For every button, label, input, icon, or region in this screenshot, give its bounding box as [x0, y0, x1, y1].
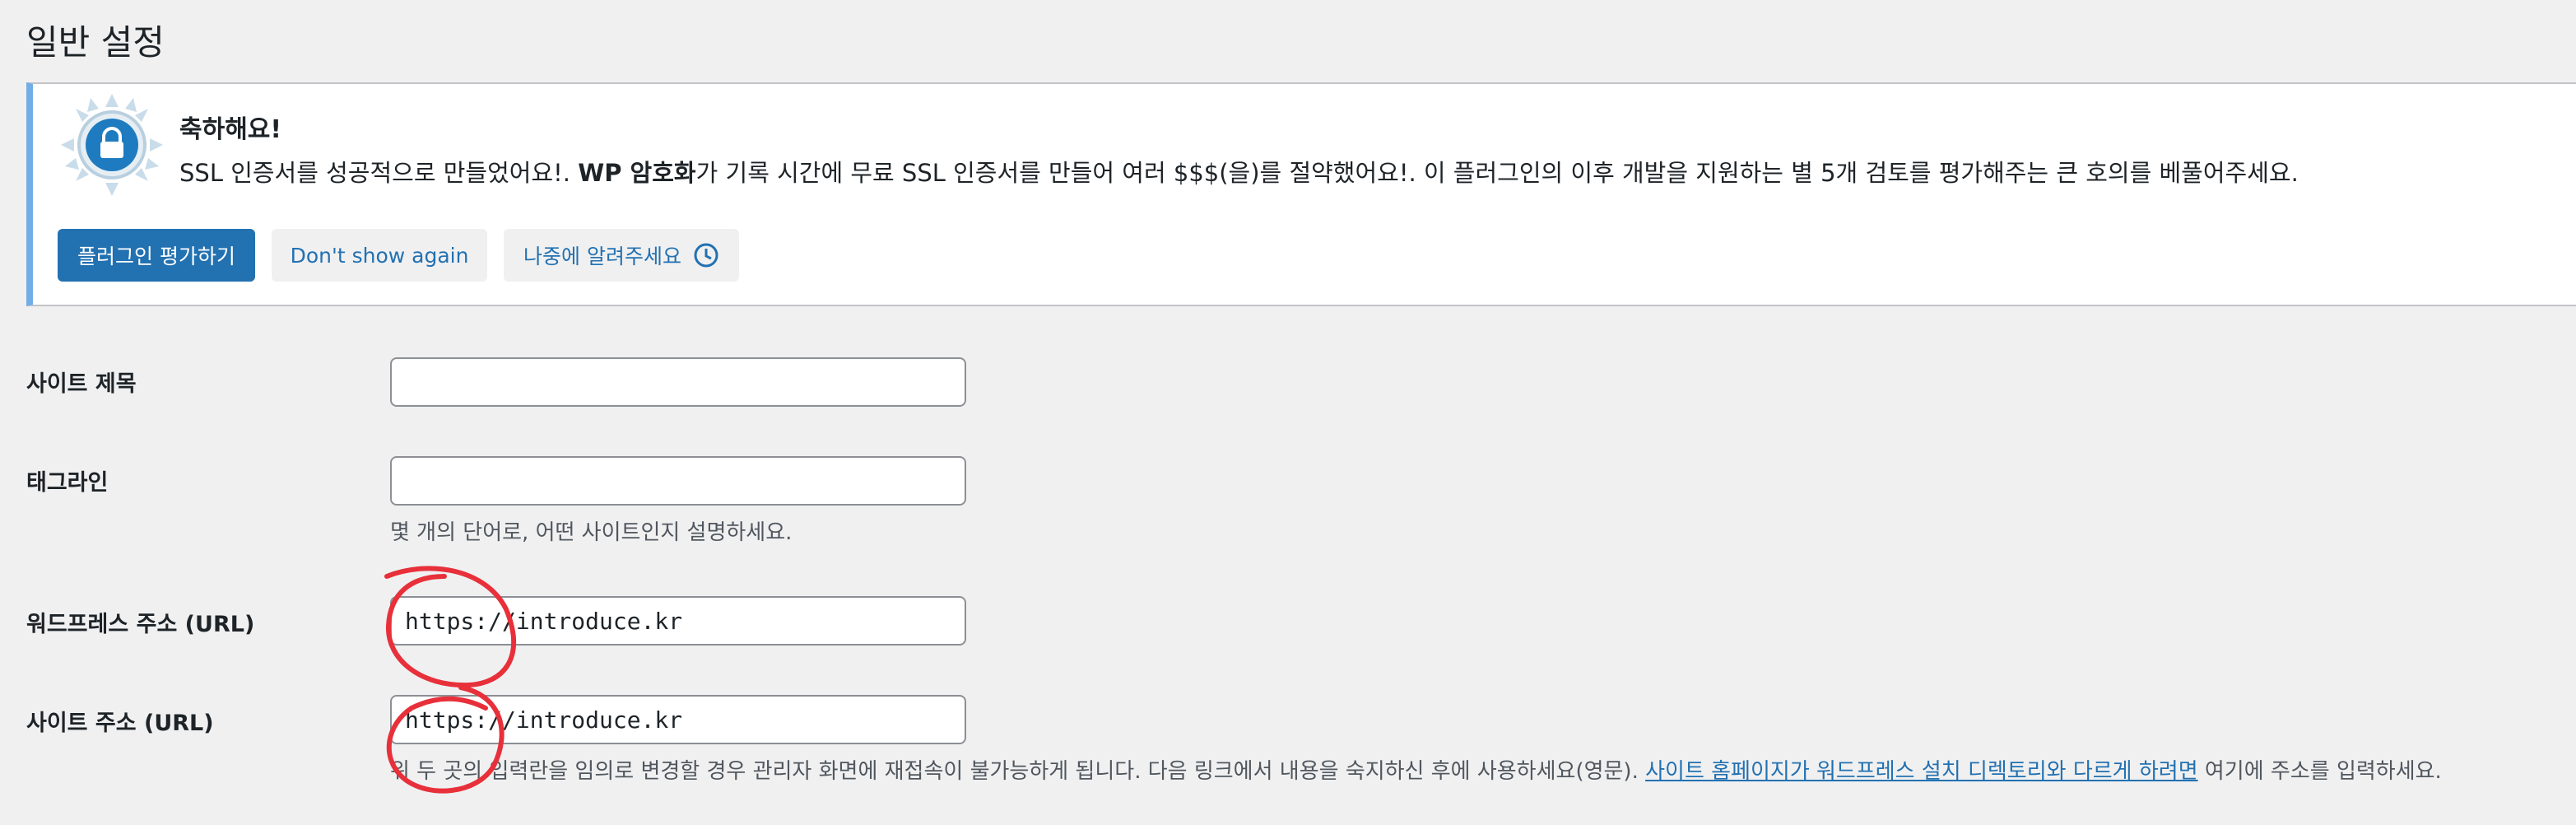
- remind-later-label: 나중에 알려주세요: [523, 245, 681, 268]
- page-title: 일반 설정: [26, 22, 165, 63]
- tagline-input[interactable]: [390, 456, 966, 506]
- site-title-label: 사이트 제목: [26, 371, 137, 397]
- ssl-review-notice: 축하해요! SSL 인증서를 성공적으로 만들었어요!. WP 암호화가 기록 …: [26, 82, 2576, 306]
- wordpress-address-label: 워드프레스 주소 (URL): [26, 612, 255, 637]
- site-address-label: 사이트 주소 (URL): [26, 711, 214, 736]
- site-address-input[interactable]: [390, 695, 966, 744]
- notice-title: 축하해요!: [179, 115, 282, 144]
- notice-message: SSL 인증서를 성공적으로 만들었어요!. WP 암호화가 기록 시간에 무료…: [179, 159, 2299, 187]
- lock-icon: [61, 94, 163, 196]
- tagline-description: 몇 개의 단어로, 어떤 사이트인지 설명하세요.: [390, 520, 793, 545]
- wordpress-address-input[interactable]: [390, 596, 966, 646]
- site-title-input[interactable]: [390, 357, 966, 407]
- different-directory-link[interactable]: 사이트 홈페이지가 워드프레스 설치 디렉토리와 다르게 하려면: [1645, 759, 2198, 784]
- dont-show-again-button[interactable]: Don't show again: [272, 229, 487, 282]
- clock-icon: [694, 243, 718, 268]
- tagline-label: 태그라인: [26, 470, 109, 496]
- site-address-description: 위 두 곳의 입력란을 임의로 변경할 경우 관리자 화면에 재접속이 불가능하…: [390, 759, 2442, 784]
- remind-later-button[interactable]: 나중에 알려주세요: [504, 229, 739, 282]
- rate-plugin-button[interactable]: 플러그인 평가하기: [58, 229, 255, 282]
